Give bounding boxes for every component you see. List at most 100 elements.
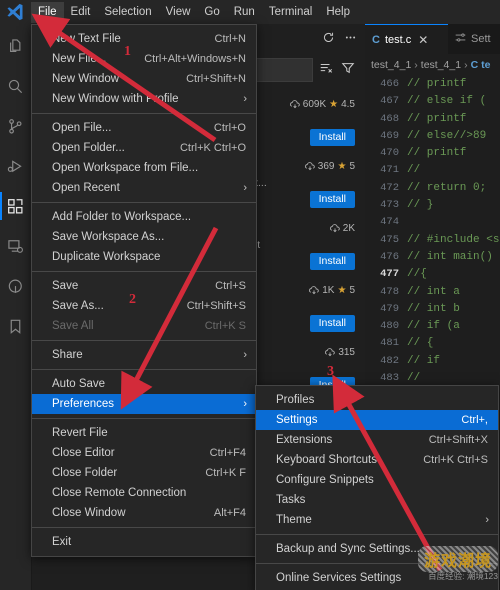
menu-item-open-workspace-from-file[interactable]: Open Workspace from File... (32, 158, 256, 178)
menu-item-close-editor[interactable]: Close Editor Ctrl+F4 (32, 443, 256, 463)
activity-bar (0, 0, 32, 590)
menu-item-revert-file[interactable]: Revert File (32, 423, 256, 443)
more-actions-icon[interactable] (344, 31, 357, 49)
menubar-item-edit[interactable]: Edit (64, 2, 98, 23)
chevron-right-icon: › (243, 349, 247, 361)
menu-item-close-folder[interactable]: Close Folder Ctrl+K F (32, 463, 256, 483)
menu-item-preferences[interactable]: Preferences › (32, 394, 256, 414)
menu-item-extensions[interactable]: Extensions Ctrl+Shift+X (256, 430, 498, 450)
menu-item-new-window[interactable]: New Window Ctrl+Shift+N (32, 69, 256, 89)
menu-item-open-recent[interactable]: Open Recent › (32, 178, 256, 198)
install-button[interactable]: Install (309, 191, 355, 208)
menu-item-label: Add Folder to Workspace... (52, 211, 192, 223)
tab-label: Sett (471, 33, 491, 45)
watermark-sub: 百度经验: 潮境123 (428, 571, 498, 581)
install-button[interactable]: Install (309, 129, 355, 146)
menubar-item-selection[interactable]: Selection (97, 2, 158, 23)
menu-bar: File Edit Selection View Go Run Terminal… (31, 0, 500, 24)
menu-item-settings[interactable]: Settings Ctrl+, (256, 410, 498, 430)
chevron-right-icon: › (414, 59, 418, 71)
download-icon (304, 161, 315, 170)
menubar-item-go[interactable]: Go (197, 2, 226, 23)
tab-test-c[interactable]: C test.c ✕ (365, 24, 448, 54)
menu-item-duplicate-workspace[interactable]: Duplicate Workspace (32, 247, 256, 267)
remote-explorer-icon (8, 239, 23, 253)
extension-rating: 5 (349, 285, 355, 296)
menu-item-tasks[interactable]: Tasks (256, 490, 498, 510)
menu-item-label: Save (52, 280, 79, 292)
menu-item-label: Backup and Sync Settings... (276, 543, 420, 555)
download-icon (329, 223, 340, 232)
menu-item-accelerator: Ctrl+, (461, 414, 488, 426)
menu-item-theme[interactable]: Theme › (256, 510, 498, 530)
breadcrumb-item-2[interactable]: C te (471, 59, 491, 71)
line-number: 482 (380, 354, 399, 367)
close-icon[interactable]: ✕ (418, 33, 428, 47)
menubar-item-terminal[interactable]: Terminal (262, 2, 319, 23)
menu-item-label: Extensions (276, 434, 333, 446)
menubar-item-help[interactable]: Help (319, 2, 357, 23)
sidebar-item-testing[interactable] (0, 266, 31, 306)
menu-item-open-folder[interactable]: Open Folder... Ctrl+K Ctrl+O (32, 138, 256, 158)
settings-sliders-icon (455, 32, 466, 46)
breadcrumb-item-1[interactable]: test_4_1 (421, 59, 461, 71)
sidebar-item-extensions[interactable] (0, 186, 31, 226)
menu-item-new-text-file[interactable]: New Text File Ctrl+N (32, 29, 256, 49)
line-number: 470 (380, 147, 399, 160)
line-number: 468 (380, 112, 399, 125)
menu-item-configure-snippets[interactable]: Configure Snippets (256, 470, 498, 490)
tab-label: test.c (384, 33, 412, 46)
menu-separator (32, 369, 256, 370)
menu-item-save-all: Save All Ctrl+K S (32, 316, 256, 336)
sidebar-item-bookmarks[interactable] (0, 306, 31, 346)
menu-item-share[interactable]: Share › (32, 345, 256, 365)
editor-tabs: C test.c ✕ Sett (365, 24, 500, 54)
menubar-item-file[interactable]: File (31, 1, 64, 23)
clear-filter-icon[interactable] (319, 61, 333, 80)
menu-item-close-remote-connection[interactable]: Close Remote Connection (32, 483, 256, 503)
install-button[interactable]: Install (309, 315, 355, 332)
line-number: 476 (380, 250, 399, 263)
menu-item-open-file[interactable]: Open File... Ctrl+O (32, 118, 256, 138)
menu-item-accelerator: Ctrl+Shift+X (428, 434, 488, 446)
menu-item-label: New Window (52, 73, 120, 85)
code-line: 466 // printf (365, 76, 500, 93)
sidebar-item-search[interactable] (0, 66, 31, 106)
menu-item-save-workspace-as[interactable]: Save Workspace As... (32, 227, 256, 247)
menu-item-new-file[interactable]: New File... Ctrl+Alt+Windows+N (32, 49, 256, 69)
menu-item-auto-save[interactable]: Auto Save (32, 374, 256, 394)
chevron-right-icon: › (464, 59, 468, 71)
menu-item-label: New Window with Profile (52, 93, 179, 105)
code-line: 473 // } (365, 197, 500, 214)
download-icon (289, 99, 300, 108)
watermark-main: 游戏潮境 (417, 546, 498, 572)
menu-item-label: Close Folder (52, 467, 118, 479)
menu-item-add-folder-to-workspace[interactable]: Add Folder to Workspace... (32, 207, 256, 227)
line-text: // #include <s (407, 233, 500, 246)
breadcrumb[interactable]: test_4_1 › test_4_1 › C te (365, 54, 500, 76)
sidebar-item-explorer[interactable] (0, 26, 31, 66)
line-text: // { (407, 337, 434, 350)
menubar-item-run[interactable]: Run (227, 2, 262, 23)
refresh-icon[interactable] (322, 31, 335, 49)
install-button[interactable]: Install (309, 253, 355, 270)
line-number: 472 (380, 181, 399, 194)
breadcrumb-item-0[interactable]: test_4_1 (371, 59, 411, 71)
sidebar-item-run-and-debug[interactable] (0, 146, 31, 186)
files-icon (10, 38, 21, 52)
tab-settings[interactable]: Sett (448, 24, 500, 54)
menu-item-exit[interactable]: Exit (32, 532, 256, 552)
extension-downloads: 1K (322, 285, 335, 296)
menu-item-save[interactable]: Save Ctrl+S (32, 276, 256, 296)
run-and-debug-icon (7, 159, 22, 172)
menubar-item-view[interactable]: View (159, 2, 198, 23)
filter-icon[interactable] (341, 61, 355, 80)
extensions-panel-actions (322, 31, 357, 49)
menu-item-keyboard-shortcuts[interactable]: Keyboard Shortcuts Ctrl+K Ctrl+S (256, 450, 498, 470)
menu-item-new-window-with-profile[interactable]: New Window with Profile › (32, 89, 256, 109)
menu-item-save-as[interactable]: Save As... Ctrl+Shift+S (32, 296, 256, 316)
sidebar-item-source-control[interactable] (0, 106, 31, 146)
menu-item-close-window[interactable]: Close Window Alt+F4 (32, 503, 256, 523)
sidebar-item-remote-explorer[interactable] (0, 226, 31, 266)
menu-item-profiles[interactable]: Profiles (256, 390, 498, 410)
